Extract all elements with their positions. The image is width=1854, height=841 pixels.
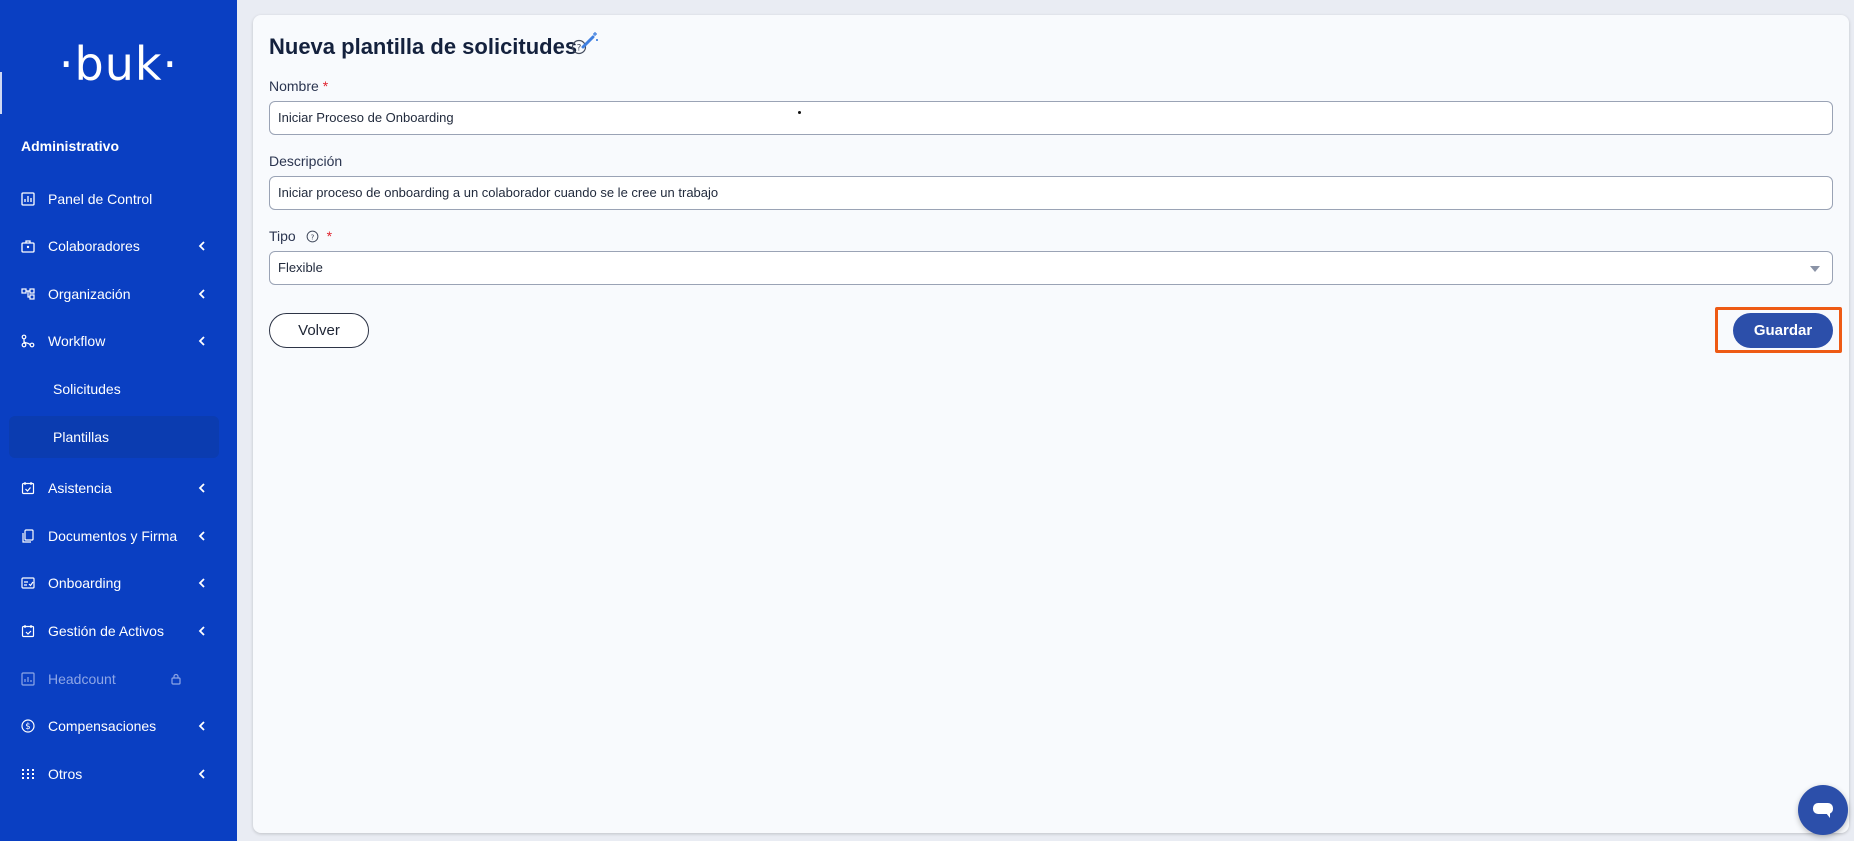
chevron-left-icon <box>198 578 205 588</box>
magic-wand-icon[interactable] <box>581 31 599 49</box>
svg-text:$: $ <box>25 722 30 732</box>
tipo-select-value: Flexible <box>278 260 323 275</box>
sidebar-item-label: Onboarding <box>48 575 122 591</box>
lock-icon <box>171 673 181 685</box>
sidebar-item-colaboradores[interactable]: Colaboradores <box>0 226 237 266</box>
sidebar-item-label: Otros <box>48 766 83 782</box>
descripcion-label: Descripción <box>269 153 342 169</box>
sidebar-item-label: Panel de Control <box>48 191 153 207</box>
chevron-left-icon <box>198 241 205 251</box>
chevron-left-icon <box>198 721 205 731</box>
descripcion-input[interactable]: Iniciar proceso de onboarding a un colab… <box>269 176 1833 210</box>
sidebar: ·buk· Administrativo Panel de Control Co… <box>0 0 237 841</box>
nombre-input-value: Iniciar Proceso de Onboarding <box>278 110 454 125</box>
assets-icon <box>21 625 35 638</box>
sidebar-item-label: Gestión de Activos <box>48 623 164 639</box>
sidebar-item-onboarding[interactable]: Onboarding <box>0 563 237 603</box>
grid-icon <box>22 769 34 779</box>
save-button[interactable]: Guardar <box>1733 313 1833 348</box>
sidebar-item-gestion-de-activos[interactable]: Gestión de Activos <box>0 611 237 651</box>
sidebar-item-workflow[interactable]: Workflow <box>0 321 237 361</box>
chevron-left-icon <box>198 531 205 541</box>
nombre-input[interactable]: Iniciar Proceso de Onboarding <box>269 101 1833 135</box>
workflow-icon <box>21 334 35 348</box>
tipo-label: Tipo ? * <box>269 228 332 244</box>
caret-down-icon <box>1810 266 1820 272</box>
sidebar-item-label: Asistencia <box>48 480 112 496</box>
sidebar-subitem-label: Solicitudes <box>53 381 121 397</box>
sidebar-item-organizacion[interactable]: Organización <box>0 274 237 314</box>
required-mark: * <box>322 78 329 94</box>
sidebar-item-label: Compensaciones <box>48 718 157 734</box>
tipo-select[interactable]: Flexible <box>269 251 1833 285</box>
documents-icon <box>22 529 34 543</box>
sidebar-subitem-label: Plantillas <box>53 429 110 445</box>
chat-icon <box>1813 803 1833 818</box>
descripcion-input-value: Iniciar proceso de onboarding a un colab… <box>278 185 719 200</box>
sidebar-item-label: Documentos y Firma <box>48 528 178 544</box>
sidebar-item-label: Colaboradores <box>48 238 140 254</box>
calendar-check-icon <box>21 482 35 495</box>
template-form-card: Nueva plantilla de solicitudes ? Nombre *… <box>253 15 1849 833</box>
nombre-label: Nombre * <box>269 78 328 94</box>
help-circle-icon[interactable]: ? <box>306 230 319 243</box>
chevron-left-icon <box>198 769 205 779</box>
sidebar-item-panel-de-control[interactable]: Panel de Control <box>0 179 237 219</box>
back-button[interactable]: Volver <box>269 313 369 348</box>
svg-text:?: ? <box>310 232 314 241</box>
page-title: Nueva plantilla de solicitudes <box>269 34 578 59</box>
dollar-circle-icon: $ <box>21 719 35 733</box>
chevron-left-icon <box>198 289 205 299</box>
briefcase-icon <box>21 240 35 253</box>
sidebar-item-documentos-y-firma[interactable]: Documentos y Firma <box>0 516 237 556</box>
nombre-label-text: Nombre <box>269 78 319 94</box>
sidebar-item-asistencia[interactable]: Asistencia <box>0 468 237 508</box>
chevron-left-icon <box>198 336 205 346</box>
onboarding-icon <box>21 577 35 589</box>
sidebar-item-label: Organización <box>48 286 131 302</box>
tipo-label-text: Tipo <box>269 228 296 244</box>
sidebar-subitem-plantillas[interactable]: Plantillas <box>9 416 219 458</box>
sidebar-item-headcount: Headcount <box>0 659 237 699</box>
dashboard-icon <box>21 192 35 206</box>
buk-logo[interactable]: ·buk· <box>0 40 237 88</box>
chevron-left-icon <box>198 483 205 493</box>
descripcion-label-text: Descripción <box>269 153 343 169</box>
cursor-dot <box>798 111 801 114</box>
org-chart-icon <box>21 288 35 300</box>
required-mark: * <box>326 228 333 244</box>
headcount-icon <box>21 672 35 686</box>
sidebar-item-otros[interactable]: Otros <box>0 754 237 794</box>
sidebar-item-compensaciones[interactable]: $ Compensaciones <box>0 706 237 746</box>
sidebar-item-label: Workflow <box>48 333 106 349</box>
sidebar-subitem-solicitudes[interactable]: Solicitudes <box>9 368 219 410</box>
sidebar-item-label: Headcount <box>48 671 116 687</box>
chevron-left-icon <box>198 626 205 636</box>
sidebar-section-title: Administrativo <box>21 138 120 154</box>
chat-support-button[interactable] <box>1798 785 1848 835</box>
